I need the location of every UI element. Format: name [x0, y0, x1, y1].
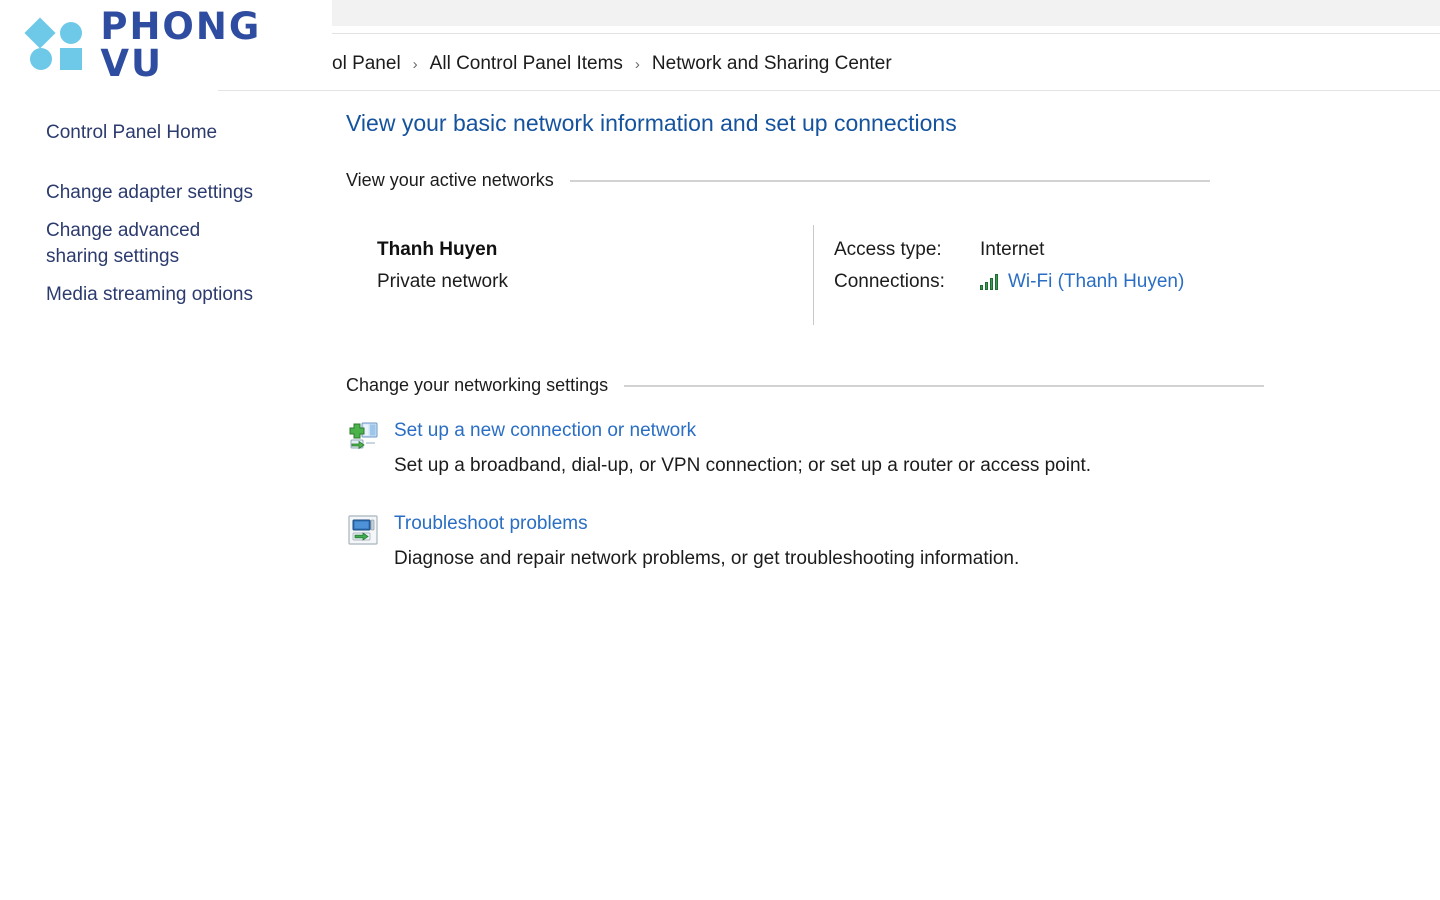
- section-divider: [624, 384, 1265, 387]
- access-type-value: Internet: [980, 239, 1045, 260]
- connections-row: Connections: Wi-Fi (Thanh Huyen): [834, 269, 1184, 295]
- connection-link-wifi[interactable]: Wi-Fi (Thanh Huyen): [1008, 269, 1184, 295]
- breadcrumb-separator-icon: ›: [412, 55, 418, 73]
- change-settings-section-header: Change your networking settings: [346, 375, 1440, 396]
- active-networks-section-title: View your active networks: [346, 170, 554, 190]
- link-troubleshoot-problems[interactable]: Troubleshoot problems: [394, 511, 588, 537]
- breadcrumb-item-control-panel[interactable]: ol Panel: [332, 53, 401, 75]
- task-description-set-up-new-connection: Set up a broadband, dial-up, or VPN conn…: [394, 455, 1092, 476]
- access-type-row: Access type: Internet: [834, 237, 1184, 263]
- new-connection-icon: [346, 418, 394, 454]
- phong-vu-logo-mark-icon: [24, 17, 84, 70]
- task-description-troubleshoot-problems: Diagnose and repair network problems, or…: [394, 548, 1020, 569]
- logo-square-bottom-right-shape: [60, 48, 82, 70]
- sidebar: Control Panel Home Change adapter settin…: [0, 120, 300, 308]
- section-divider: [569, 179, 1210, 182]
- main-content: View your basic network information and …: [346, 108, 1440, 572]
- task-set-up-new-connection[interactable]: Set up a new connection or network Set u…: [346, 418, 1440, 479]
- window-toolbar-strip: [332, 0, 1440, 26]
- sidebar-item-control-panel-home[interactable]: Control Panel Home: [0, 120, 255, 146]
- troubleshoot-icon: [346, 511, 394, 547]
- logo-circle-bottom-left-shape: [30, 48, 52, 70]
- task-body: Set up a new connection or network Set u…: [394, 418, 1091, 479]
- network-identity: Thanh Huyen Private network: [377, 237, 508, 295]
- control-panel-window: ol Panel › All Control Panel Items › Net…: [0, 0, 1440, 900]
- active-networks-panel: Thanh Huyen Private network Access type:…: [346, 225, 1440, 331]
- network-type: Private network: [377, 271, 508, 292]
- toolbar-divider: [332, 33, 1440, 34]
- change-settings-section: Change your networking settings Set up a…: [346, 375, 1440, 572]
- task-body: Troubleshoot problems Diagnose and repai…: [394, 511, 1019, 572]
- sidebar-item-change-adapter-settings[interactable]: Change adapter settings: [0, 180, 255, 206]
- active-networks-section-header: View your active networks: [346, 170, 1440, 191]
- access-type-label: Access type:: [834, 239, 942, 260]
- change-settings-section-title: Change your networking settings: [346, 375, 609, 395]
- page-title: View your basic network information and …: [346, 110, 957, 136]
- breadcrumb-item-network-and-sharing-center[interactable]: Network and Sharing Center: [652, 53, 892, 75]
- network-name: Thanh Huyen: [377, 239, 498, 260]
- task-troubleshoot-problems[interactable]: Troubleshoot problems Diagnose and repai…: [346, 511, 1440, 572]
- network-panel-vertical-divider: [813, 225, 814, 325]
- sidebar-item-change-advanced-sharing-settings[interactable]: Change advanced sharing settings: [0, 218, 255, 270]
- network-details: Access type: Internet Connections: Wi-Fi…: [834, 237, 1184, 301]
- breadcrumb-separator-icon: ›: [634, 55, 640, 73]
- logo-circle-top-right-shape: [60, 22, 82, 44]
- phong-vu-logo-text: PHONG VU: [100, 5, 262, 85]
- link-set-up-new-connection[interactable]: Set up a new connection or network: [394, 418, 696, 444]
- phong-vu-logo: PHONG VU: [0, 0, 332, 90]
- connections-label: Connections:: [834, 271, 945, 292]
- sidebar-item-media-streaming-options[interactable]: Media streaming options: [0, 282, 255, 308]
- logo-diamond-shape: [24, 17, 56, 49]
- address-bar-divider: [218, 90, 1440, 91]
- breadcrumb[interactable]: ol Panel › All Control Panel Items › Net…: [332, 50, 892, 78]
- breadcrumb-item-all-control-panel-items[interactable]: All Control Panel Items: [430, 53, 623, 75]
- wifi-signal-icon: [980, 274, 1000, 290]
